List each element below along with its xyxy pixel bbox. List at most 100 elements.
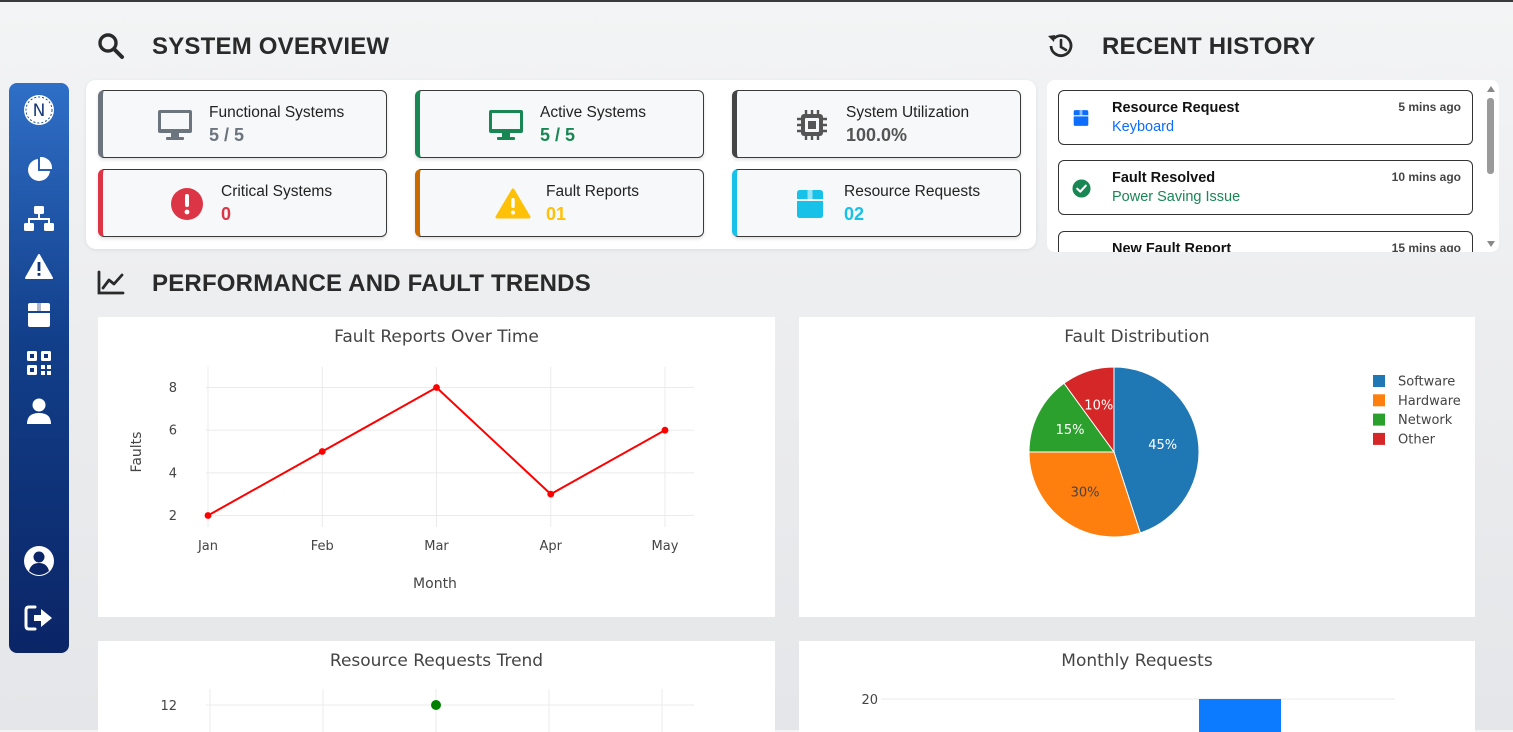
chart-fault-distribution: Fault Distribution 45% 30% 15% 10% Software H… (799, 317, 1475, 617)
user-icon (27, 398, 51, 424)
scroll-down-arrow (1487, 241, 1495, 247)
x-tick-label: Mar (424, 539, 449, 554)
card-value: 5 / 5 (209, 125, 245, 145)
logout-icon (24, 605, 52, 631)
section-title-history: RECENT HISTORY (1102, 33, 1316, 60)
card-value: 5 / 5 (540, 125, 576, 145)
desktop-icon (155, 105, 195, 145)
y-tick-label: 4 (169, 466, 177, 481)
sidebar-item-faults[interactable] (9, 253, 69, 281)
data-point (431, 700, 441, 710)
sidebar-item-profile[interactable] (9, 545, 69, 577)
logo-icon: N (24, 95, 54, 125)
y-axis-label: Faults (129, 432, 145, 473)
section-title-trends: PERFORMANCE AND FAULT TRENDS (152, 270, 591, 297)
line-chart[interactable]: 2 4 6 8 Jan Feb Mar Apr May Month Faults (98, 317, 775, 617)
y-tick-label: 12 (160, 699, 177, 714)
history-panel[interactable]: Resource Request Keyboard 5 mins ago Fau… (1047, 80, 1499, 252)
history-item-title: New Fault Report (1112, 241, 1232, 252)
card-label: Resource Requests (844, 183, 981, 200)
box-icon (28, 303, 50, 327)
legend-swatch (1373, 413, 1385, 426)
data-point (547, 490, 555, 498)
x-tick-label: Apr (540, 539, 563, 554)
card-value: 100.0% (846, 125, 908, 145)
desktop-icon (486, 105, 526, 145)
overview-panel: Functional Systems 5 / 5 Active Systems … (86, 80, 1036, 249)
y-tick-label: 6 (169, 424, 177, 439)
chart-resource-requests-trend: Resource Requests Trend 12 (98, 641, 775, 732)
scroll-thumb (1487, 98, 1494, 174)
data-point (204, 512, 212, 519)
card-label: System Utilization (846, 104, 970, 121)
history-item-title: Resource Request (1112, 100, 1240, 116)
history-item[interactable]: Fault Resolved Power Saving Issue 10 min… (1058, 160, 1473, 215)
legend-swatch (1373, 432, 1385, 445)
sidebar-item-systems[interactable] (9, 204, 69, 234)
qrcode-icon (27, 351, 51, 375)
sidebar-item-resources[interactable] (9, 301, 69, 329)
legend-label: Other (1398, 432, 1436, 447)
y-tick-label: 20 (861, 693, 878, 708)
sidebar-item-logout[interactable] (9, 604, 69, 632)
pie-chart[interactable]: 45% 30% 15% 10% Software Hardware Network Other (799, 317, 1475, 617)
card-label: Fault Reports (546, 183, 640, 200)
card-resource-requests[interactable]: Resource Requests 02 (732, 169, 1021, 237)
legend-label: Network (1398, 413, 1453, 428)
card-label: Functional Systems (209, 104, 345, 121)
section-title-overview: SYSTEM OVERVIEW (152, 33, 390, 60)
check-circle-icon (1071, 178, 1091, 198)
chart-pie-icon (28, 156, 53, 181)
history-item[interactable]: Resource Request Keyboard 5 mins ago (1058, 90, 1473, 145)
slice-label: 45% (1148, 438, 1177, 453)
chart-fault-reports: Fault Reports Over Time 2 4 6 8 Jan Feb Mar Apr… (98, 317, 775, 617)
card-critical-systems[interactable]: Critical Systems 0 (98, 169, 387, 237)
bar (1199, 699, 1281, 732)
sidebar-item-dashboard[interactable] (9, 155, 69, 185)
logo-letter: N (33, 101, 46, 121)
sidebar: N (9, 83, 69, 653)
legend-swatch (1373, 375, 1385, 387)
scroll-up-arrow (1487, 86, 1495, 92)
x-axis-label: Month (413, 576, 457, 592)
card-value: 01 (546, 204, 567, 224)
exclamation-circle-icon (167, 184, 207, 224)
y-tick-label: 2 (169, 509, 177, 524)
history-item-time: 15 mins ago (1391, 241, 1461, 252)
legend-swatch (1373, 394, 1385, 407)
data-point (318, 448, 326, 455)
card-label: Critical Systems (221, 183, 333, 200)
history-item-subtitle: Power Saving Issue (1112, 189, 1241, 205)
card-fault-reports[interactable]: Fault Reports 01 (415, 169, 704, 237)
card-active-systems[interactable]: Active Systems 5 / 5 (415, 90, 704, 158)
logo[interactable]: N (9, 93, 69, 127)
legend-label: Software (1398, 375, 1455, 390)
search-icon[interactable] (97, 32, 125, 64)
history-item-time: 10 mins ago (1391, 170, 1461, 184)
warning-icon (1071, 249, 1091, 252)
warning-icon (493, 184, 533, 224)
history-item[interactable]: New Fault Report 15 mins ago (1058, 231, 1473, 252)
user-circle-icon (24, 546, 54, 576)
x-tick-label: Feb (311, 539, 334, 554)
slice-label: 30% (1071, 485, 1100, 500)
history-item-subtitle: Keyboard (1112, 119, 1175, 135)
bar-chart[interactable]: 20 (799, 641, 1475, 732)
x-tick-label: May (652, 539, 679, 554)
scatter-chart[interactable]: 12 (98, 641, 775, 732)
y-tick-label: 8 (169, 381, 177, 396)
box-icon (790, 184, 830, 224)
sidebar-item-users[interactable] (9, 397, 69, 425)
card-label: Active Systems (540, 104, 646, 121)
cpu-icon (792, 105, 832, 145)
data-point (661, 426, 669, 434)
sidebar-item-qrcode[interactable] (9, 349, 69, 377)
history-item-time: 5 mins ago (1398, 100, 1461, 114)
card-system-utilization[interactable]: System Utilization 100.0% (732, 90, 1021, 158)
network-icon (24, 206, 54, 231)
card-functional-systems[interactable]: Functional Systems 5 / 5 (98, 90, 387, 158)
slice-label: 15% (1056, 423, 1085, 438)
x-tick-label: Jan (197, 539, 218, 554)
history-scrollbar[interactable] (1485, 84, 1497, 248)
chart-monthly-requests: Monthly Requests 20 (799, 641, 1475, 732)
